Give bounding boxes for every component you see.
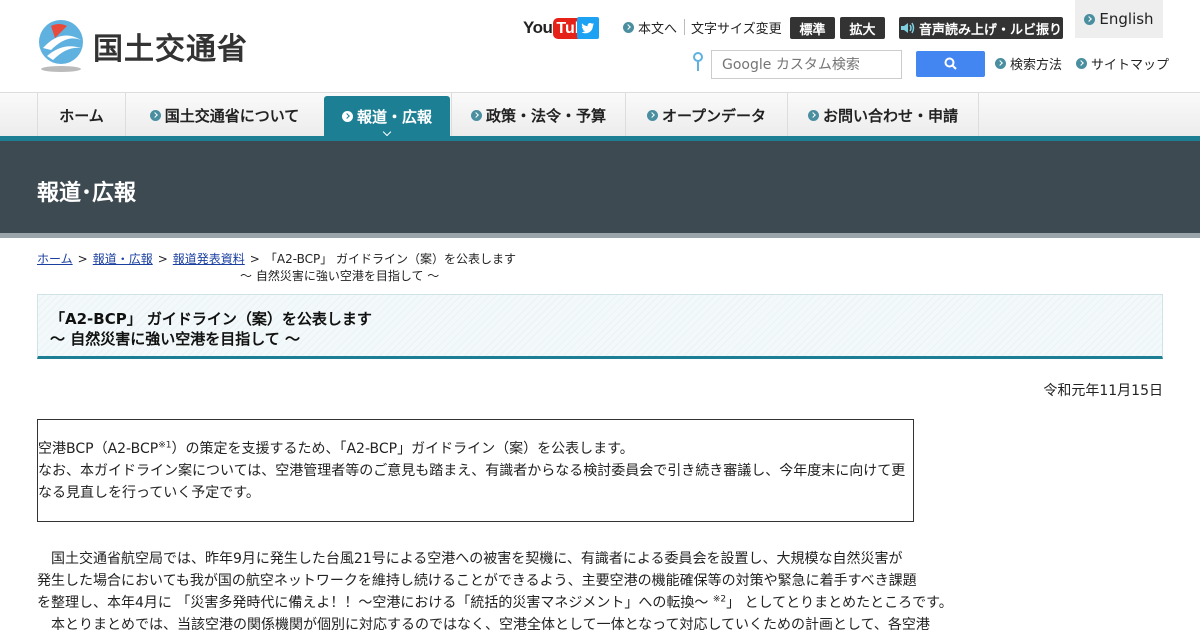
- nav-item-press[interactable]: 報道・広報: [324, 96, 450, 137]
- read-aloud-label: 音声読み上げ・ルビ振り: [918, 22, 1062, 38]
- mlit-logo[interactable]: 国土交通省: [37, 18, 267, 74]
- skip-to-content-label: 本文へ: [638, 22, 678, 37]
- nav-item-label: お問い合わせ・申請: [822, 106, 958, 125]
- chevron-right-icon: [1076, 58, 1087, 69]
- nav-item-open-data[interactable]: オープンデータ: [625, 93, 787, 137]
- skip-to-content-link[interactable]: 本文へ: [623, 18, 677, 37]
- breadcrumb-press-link[interactable]: 報道・広報: [93, 252, 153, 266]
- summary-line-3: なる見直しを行っていく予定です。: [38, 485, 260, 501]
- youtube-you-text: You: [523, 18, 553, 37]
- chevron-right-icon: [470, 109, 482, 121]
- nav-item-about[interactable]: 国土交通省について: [125, 93, 323, 137]
- breadcrumb-separator: >: [157, 252, 168, 266]
- section-title: 報道･広報: [37, 181, 137, 206]
- speaker-icon: [900, 22, 915, 34]
- chevron-right-icon: [623, 22, 634, 33]
- site-header: 国土交通省 You Tube 本文へ 文字サイズ変更 標準 拡大 音声読み上げ・…: [0, 0, 1200, 92]
- chevron-down-icon: [382, 127, 392, 137]
- body-text: を整理し、本年4月に 「災害多発時代に備えよ！！～空港における「統括的災害マネジ…: [37, 595, 713, 611]
- body-text: 」 としてとりまとめたところです。: [726, 595, 953, 611]
- summary-line-2: なお、本ガイドライン案については、空港管理者等のご意見も踏まえ、有識者からなる検…: [38, 463, 906, 479]
- sitemap-label: サイトマップ: [1091, 58, 1170, 73]
- breadcrumb: ホーム > 報道・広報 > 報道発表資料 > 「A2-BCP」 ガイドライン（案）を公表しま…: [37, 251, 516, 267]
- publish-date: 令和元年11月15日: [1043, 383, 1163, 399]
- breadcrumb-current: 「A2-BCP」 ガイドライン（案）を公表します: [264, 252, 517, 266]
- nav-item-label: 国土交通省について: [164, 106, 300, 125]
- font-size-label-text: 文字サイズ変更: [691, 22, 782, 37]
- body-line-2: 発生した場合においても我が国の航空ネットワークを維持し続けることができるよう、主…: [37, 573, 917, 589]
- footnote-mark: ※1: [158, 440, 172, 451]
- location-pin-icon: [693, 52, 703, 71]
- section-banner: 報道･広報: [0, 141, 1200, 233]
- article-body: 国土交通省航空局では、昨年9月に発生した台風21号による空港への被害を契機に、有…: [37, 548, 953, 630]
- chevron-right-icon: [1084, 13, 1096, 25]
- breadcrumb-separator: >: [77, 252, 88, 266]
- chevron-right-icon: [646, 109, 658, 121]
- english-link[interactable]: English: [1075, 0, 1163, 38]
- body-line-3: を整理し、本年4月に 「災害多発時代に備えよ！！～空港における「統括的災害マネジ…: [37, 592, 953, 614]
- chevron-right-icon: [341, 111, 353, 122]
- article-subtitle: ～ 自然災害に強い空港を目指して ～: [50, 330, 300, 348]
- summary-line-1: 空港BCP（A2-BCP※1）の策定を支援するため、「A2-BCP」ガイドライン…: [38, 438, 913, 460]
- font-standard-button[interactable]: 標準: [790, 17, 835, 39]
- font-large-button[interactable]: 拡大: [840, 17, 885, 39]
- mlit-logo-icon: [39, 20, 83, 72]
- chevron-right-icon: [149, 109, 161, 121]
- summary-text: 空港BCP（A2-BCP: [38, 441, 159, 457]
- search-input[interactable]: [711, 50, 902, 79]
- english-label: English: [1099, 10, 1154, 28]
- nav-item-label: オープンデータ: [661, 106, 767, 125]
- search-icon: [944, 57, 957, 70]
- logo-text: 国土交通省: [93, 32, 248, 67]
- font-size-label: 文字サイズ変更: [691, 18, 782, 37]
- article-title-box: 「A2-BCP」 ガイドライン（案）を公表します ～ 自然災害に強い空港を目指し…: [37, 294, 1163, 359]
- nav-item-label: 政策・法令・予算: [485, 106, 606, 125]
- footnote-mark: ※2: [712, 594, 727, 605]
- summary-text: ）の策定を支援するため、「A2-BCP」ガイドライン（案）を公表します。: [171, 441, 634, 457]
- article-title: 「A2-BCP」 ガイドライン（案）を公表します: [50, 310, 372, 328]
- sitemap-link[interactable]: サイトマップ: [1076, 54, 1169, 73]
- body-line-4: 本とりまとめでは、当該空港の関係機関が個別に対応するのではなく、空港全体として一…: [37, 617, 930, 630]
- summary-box: 空港BCP（A2-BCP※1）の策定を支援するため、「A2-BCP」ガイドライン…: [37, 419, 914, 522]
- nav-item-policy[interactable]: 政策・法令・予算: [451, 93, 625, 137]
- breadcrumb-releases-link[interactable]: 報道発表資料: [173, 252, 245, 266]
- global-nav: ホーム 国土交通省について 報道・広報 政策・法令・予算 オープンデータ お問い…: [0, 92, 1200, 137]
- breadcrumb-separator: >: [249, 252, 260, 266]
- search-method-link[interactable]: 検索方法: [995, 54, 1062, 73]
- nav-item-contact[interactable]: お問い合わせ・申請: [787, 93, 979, 137]
- nav-item-label: 報道・広報: [356, 108, 432, 126]
- chevron-right-icon: [807, 109, 819, 121]
- body-line-1: 国土交通省航空局では、昨年9月に発生した台風21号による空港への被害を契機に、有…: [37, 551, 903, 567]
- nav-item-label: ホーム: [59, 106, 104, 125]
- chevron-right-icon: [995, 58, 1006, 69]
- search-method-label: 検索方法: [1010, 58, 1063, 73]
- divider: [684, 19, 685, 35]
- search-button[interactable]: [916, 51, 985, 77]
- breadcrumb-home-link[interactable]: ホーム: [37, 252, 73, 266]
- nav-item-home[interactable]: ホーム: [37, 93, 125, 137]
- read-aloud-button[interactable]: 音声読み上げ・ルビ振り: [899, 17, 1063, 39]
- banner-divider: [0, 233, 1200, 238]
- breadcrumb-current-subtitle: ～ 自然災害に強い空港を目指して ～: [240, 269, 440, 283]
- twitter-icon[interactable]: [577, 17, 599, 39]
